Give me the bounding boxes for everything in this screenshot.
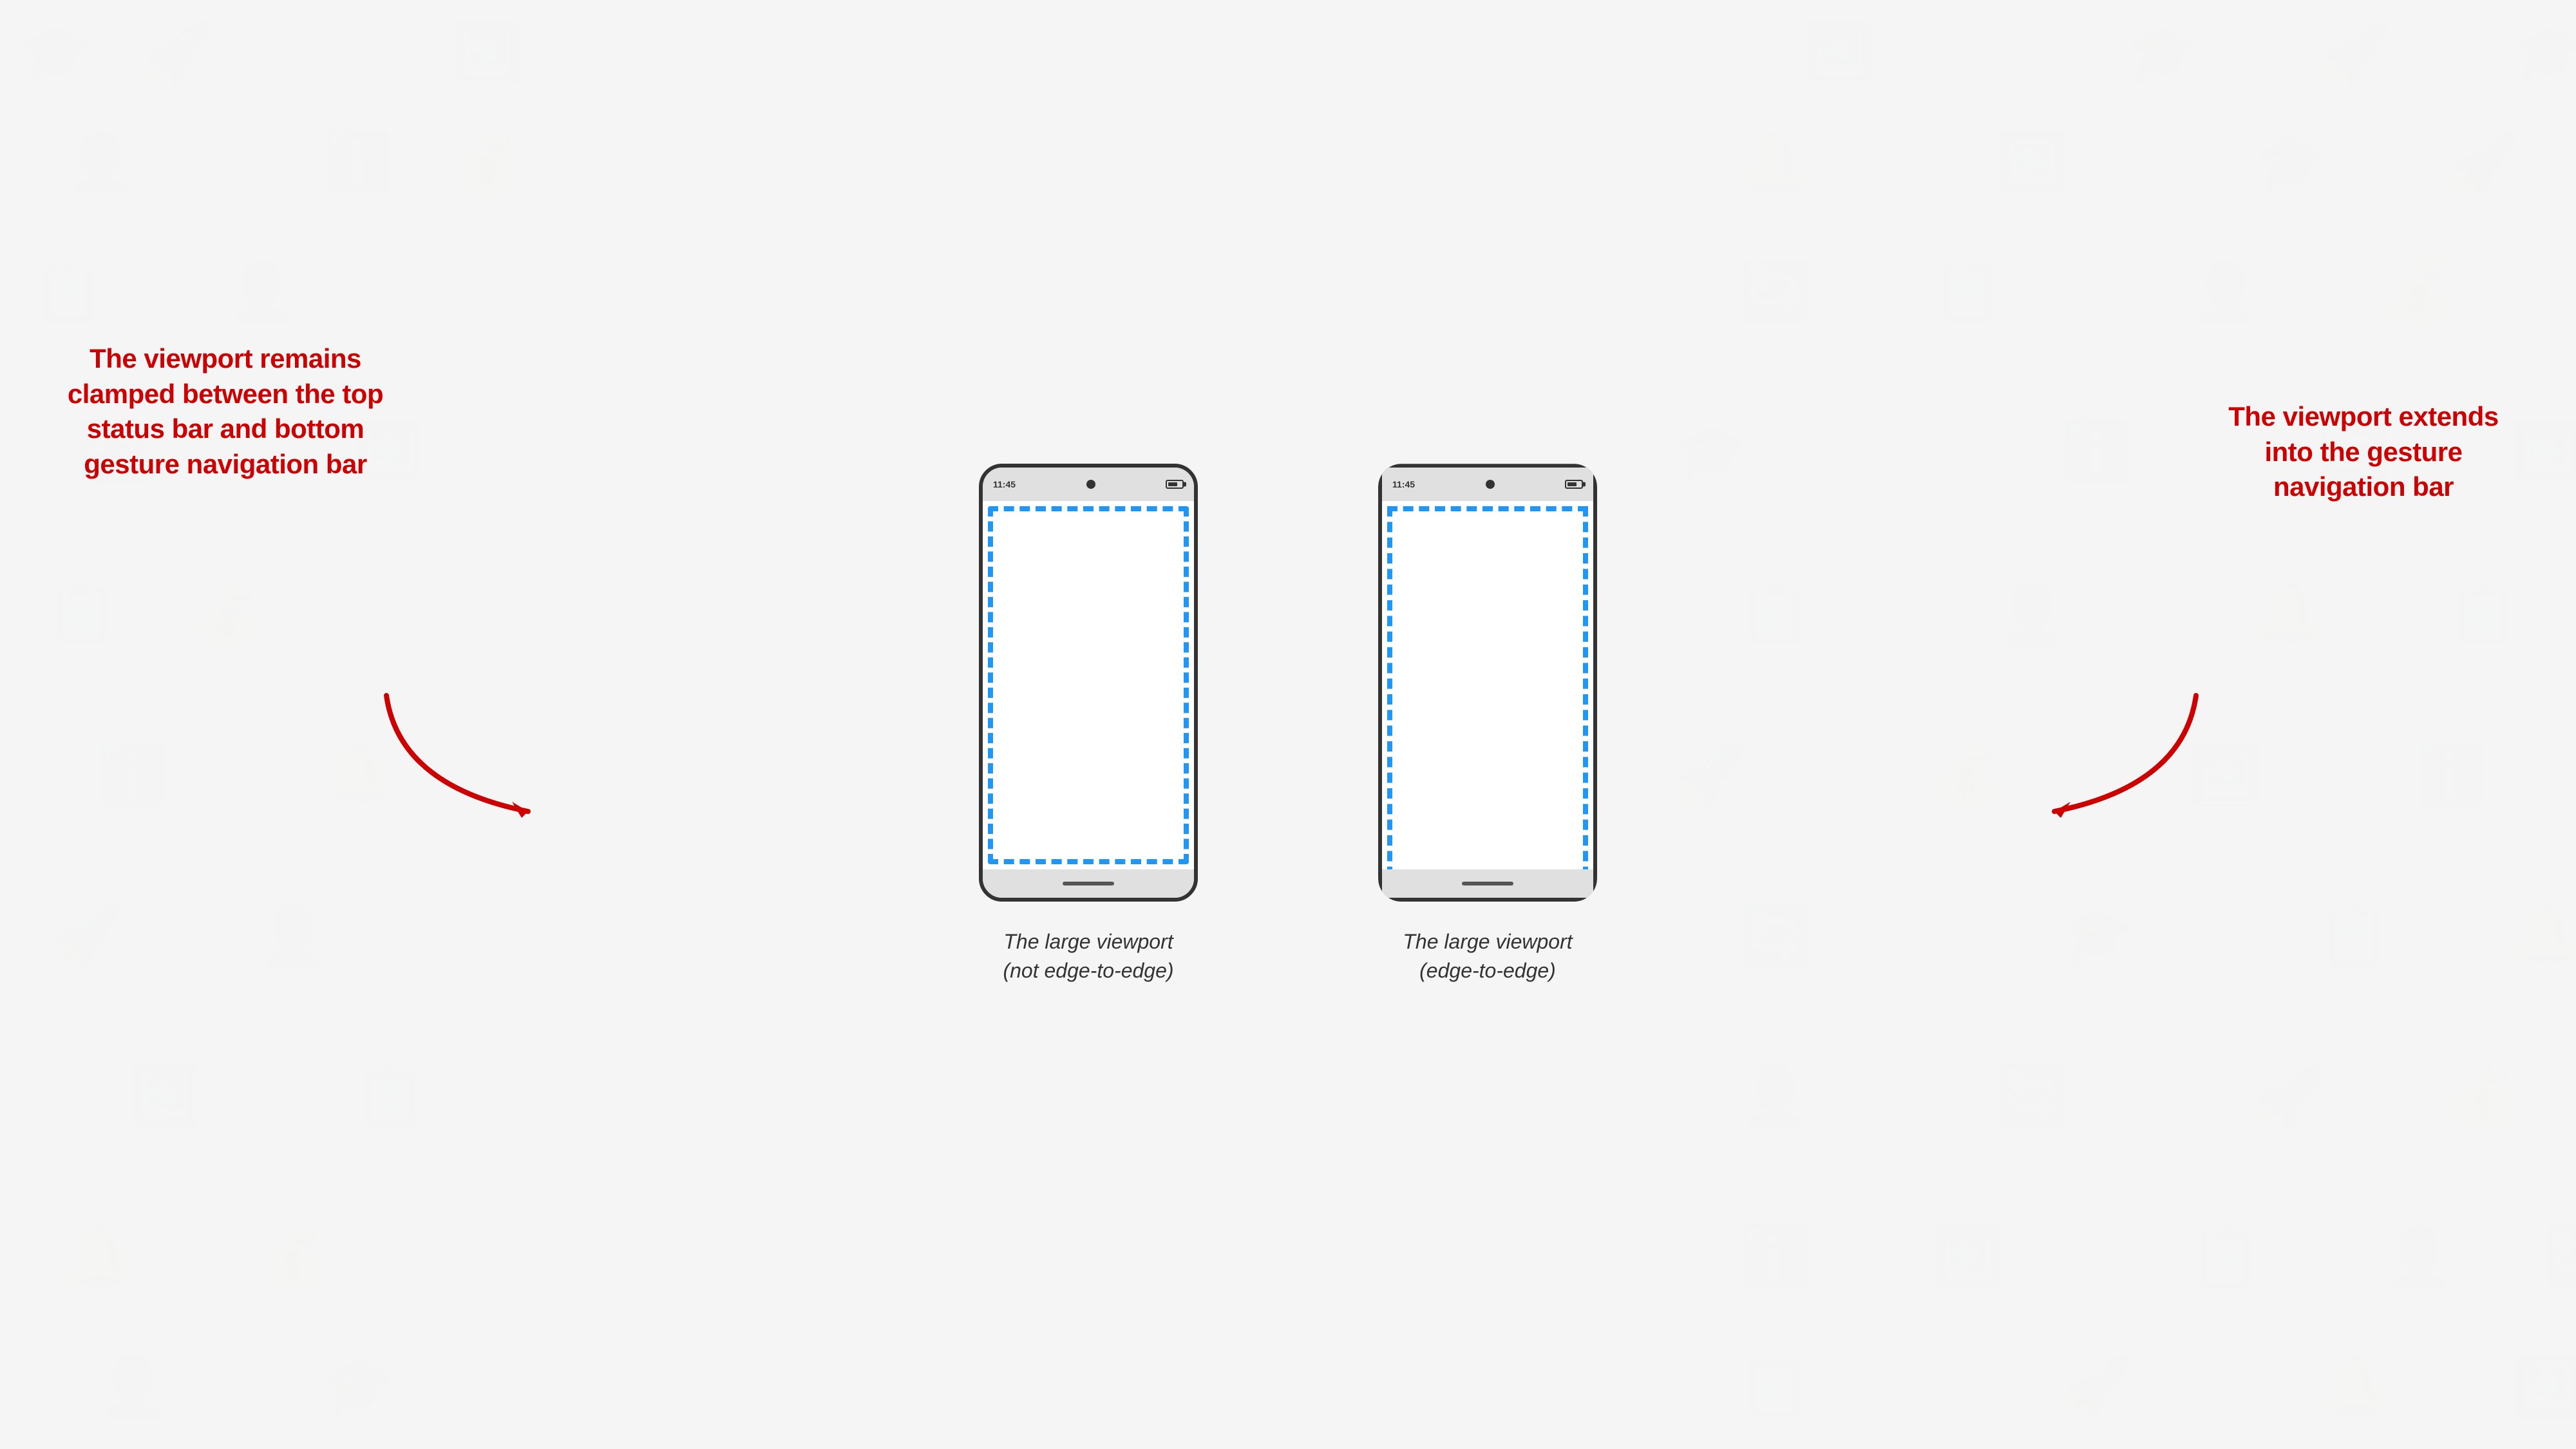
camera-dot-edge <box>1486 480 1495 489</box>
status-bar-edge: 11:45 <box>1382 468 1593 501</box>
phone-mockup-edge: 11:45 <box>1378 464 1597 902</box>
viewport-border-normal <box>988 506 1189 864</box>
caption-edge-line1: The large viewport <box>1403 927 1572 956</box>
caption-edge-line2: (edge-to-edge) <box>1403 956 1572 985</box>
status-time-edge: 11:45 <box>1392 479 1415 489</box>
nav-bar-normal <box>983 869 1194 898</box>
viewport-normal <box>983 501 1194 869</box>
nav-handle-edge <box>1462 882 1513 886</box>
phone-mockup-normal: 11:45 <box>979 464 1198 902</box>
nav-bar-edge <box>1382 869 1593 898</box>
phone-edge-to-edge: 11:45 The large viewport (edge-to-edge) <box>1378 464 1597 985</box>
status-bar-normal: 11:45 <box>983 468 1194 501</box>
battery-fill-normal <box>1168 482 1177 486</box>
battery-edge <box>1565 480 1583 489</box>
battery-fill-edge <box>1567 482 1577 486</box>
battery-normal <box>1166 480 1184 489</box>
caption-normal: The large viewport (not edge-to-edge) <box>1003 927 1173 985</box>
phone-not-edge-to-edge: 11:45 The large viewport (not edge-to-ed… <box>979 464 1198 985</box>
nav-handle-normal <box>1063 882 1114 886</box>
camera-dot-normal <box>1086 480 1095 489</box>
viewport-border-edge <box>1387 506 1588 893</box>
viewport-edge <box>1382 501 1593 869</box>
caption-edge: The large viewport (edge-to-edge) <box>1403 927 1572 985</box>
caption-normal-line1: The large viewport <box>1003 927 1173 956</box>
status-time-normal: 11:45 <box>993 479 1016 489</box>
main-content: 11:45 The large viewport (not edge-to-ed… <box>0 0 2576 1449</box>
caption-normal-line2: (not edge-to-edge) <box>1003 956 1173 985</box>
